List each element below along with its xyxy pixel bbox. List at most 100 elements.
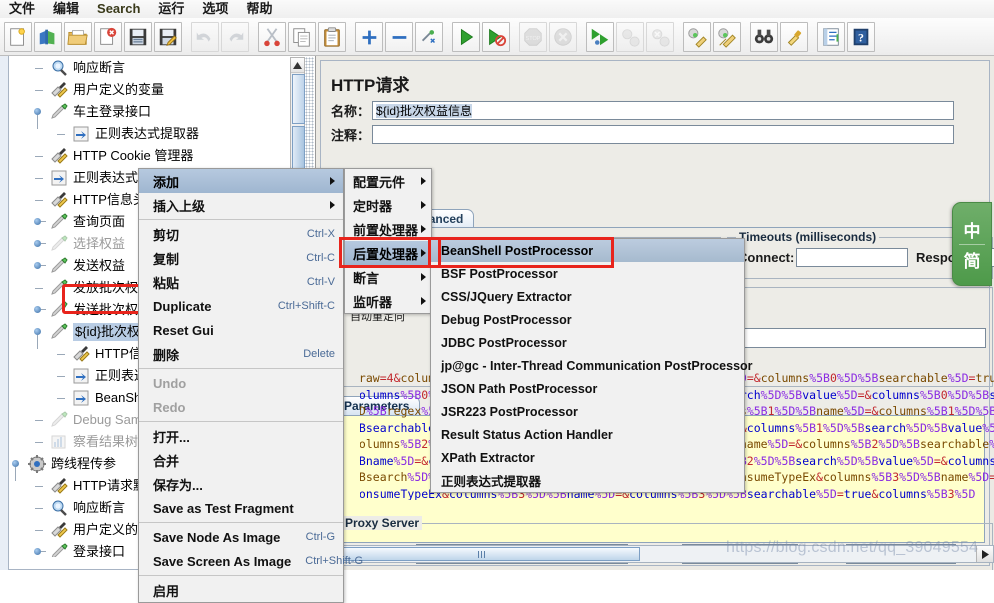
ime-indicator[interactable]: 中 简	[952, 202, 992, 286]
name-label: 名称：	[331, 104, 371, 119]
tree-expander-expanded-icon[interactable]	[12, 459, 21, 481]
ctx-save-as[interactable]: 保存为...	[139, 472, 343, 496]
scrollbar-thumb-upper[interactable]	[292, 74, 305, 124]
tree-expander-expanded-icon[interactable]	[34, 327, 43, 349]
menu-file[interactable]: 文件	[0, 0, 44, 18]
config-icon	[50, 477, 68, 495]
ctx-paste[interactable]: 粘贴 Ctrl-V	[139, 270, 343, 294]
tree-node[interactable]: 用户定义的变量	[10, 79, 292, 101]
tree-expander-collapsed-icon[interactable]	[34, 305, 46, 314]
save-icon[interactable]	[124, 21, 152, 52]
ctx-save-node-as-image[interactable]: Save Node As Image Ctrl-G	[139, 525, 343, 549]
remote-start-all-icon[interactable]	[586, 21, 614, 52]
function-helper-icon[interactable]	[817, 21, 845, 52]
submenu-postprocessor[interactable]: 后置处理器	[345, 241, 431, 265]
comment-input[interactable]	[372, 125, 955, 144]
pp-xpath[interactable]: XPath Extractor	[431, 446, 744, 469]
collapse-all-icon[interactable]	[385, 21, 413, 52]
menu-options[interactable]: 选项	[193, 0, 237, 18]
menu-edit[interactable]: 编辑	[44, 0, 88, 18]
tree-branch-line	[56, 349, 65, 358]
tree-vertical-scrollbar[interactable]	[290, 57, 305, 170]
ctx-cut[interactable]: 剪切 Ctrl-X	[139, 222, 343, 246]
new-template-icon[interactable]	[34, 21, 62, 52]
ctx-reset-gui[interactable]: Reset Gui	[139, 318, 343, 342]
redo-icon	[221, 21, 249, 52]
search-binoculars-icon[interactable]	[750, 21, 778, 52]
tree-node[interactable]: HTTP Cookie 管理器	[10, 145, 292, 167]
tree-expander-collapsed-icon[interactable]	[34, 217, 46, 226]
ctx-enable[interactable]: 启用	[139, 578, 343, 602]
postprocessor-submenu[interactable]: BeanShell PostProcessor BSF PostProcessor…	[430, 238, 753, 493]
new-document-icon[interactable]	[4, 21, 32, 52]
paste-icon[interactable]	[318, 21, 346, 52]
tree-expander-collapsed-icon[interactable]	[34, 239, 46, 248]
config-icon	[72, 345, 90, 363]
toggle-icon[interactable]	[415, 21, 443, 52]
copy-icon[interactable]	[288, 21, 316, 52]
open-folder-icon[interactable]	[64, 21, 92, 52]
help-icon[interactable]: ?	[847, 21, 875, 52]
submenu-timer[interactable]: 定时器	[345, 193, 431, 217]
tree-node[interactable]: 响应断言	[10, 57, 292, 79]
start-icon[interactable]	[452, 21, 480, 52]
tree-node[interactable]: 正则表达式提取器	[10, 123, 292, 145]
tree-node[interactable]: 车主登录接口	[10, 101, 292, 129]
menu-item-label: Save as Test Fragment	[153, 500, 294, 516]
pp-jpgc-interthread[interactable]: jp@gc - Inter-Thread Communication PostP…	[431, 354, 753, 377]
tree-context-menu[interactable]: 添加插入上级剪切 Ctrl-X 复制 Ctrl-C 粘贴 Ctrl-V Duplicate C…	[138, 168, 363, 603]
ctx-merge[interactable]: 合并	[139, 448, 343, 472]
ctx-save-as-test-fragment[interactable]: Save as Test Fragment	[139, 496, 343, 520]
pp-debug[interactable]: Debug PostProcessor	[431, 308, 744, 331]
pp-bsf[interactable]: BSF PostProcessor	[431, 262, 744, 285]
ctx-copy[interactable]: 复制 Ctrl-C	[139, 246, 343, 270]
name-input[interactable]: ${id}批次权益信息	[372, 101, 955, 120]
close-document-icon[interactable]	[94, 21, 122, 52]
ctx-add[interactable]: 添加	[139, 169, 343, 193]
submenu-assertion[interactable]: 断言	[345, 265, 431, 289]
scrollbar-thumb-lower[interactable]	[292, 126, 305, 170]
pp-result-status[interactable]: Result Status Action Handler	[431, 423, 744, 446]
submenu-config-element[interactable]: 配置元件	[345, 169, 431, 193]
tree-expander-collapsed-icon[interactable]	[34, 547, 46, 556]
horizontal-scrollbar-thumb[interactable]	[322, 547, 640, 561]
horizontal-scrollbar[interactable]	[320, 545, 994, 563]
tree-expander-collapsed-icon[interactable]	[34, 261, 46, 270]
pp-css-jquery[interactable]: CSS/JQuery Extractor	[431, 285, 744, 308]
name-input-value: ${id}批次权益信息	[376, 104, 473, 118]
submenu-preprocessor[interactable]: 前置处理器	[345, 217, 431, 241]
pp-jdbc[interactable]: JDBC PostProcessor	[431, 331, 744, 354]
menu-item-label: jp@gc - Inter-Thread Communication PostP…	[441, 358, 753, 373]
expand-all-icon[interactable]	[355, 21, 383, 52]
connect-timeout-input[interactable]	[796, 248, 908, 267]
cut-icon[interactable]	[258, 21, 286, 52]
menu-item-accelerator: Ctrl-V	[306, 276, 335, 288]
pp-jsr223[interactable]: JSR223 PostProcessor	[431, 400, 744, 423]
clear-icon[interactable]	[683, 21, 711, 52]
menu-item-label: 添加	[153, 174, 180, 190]
ctx-insert-parent[interactable]: 插入上级	[139, 193, 343, 217]
submenu-listener[interactable]: 监听器	[345, 289, 431, 313]
pp-beanshell[interactable]: BeanShell PostProcessor	[431, 239, 744, 262]
ctx-delete[interactable]: 删除 Delete	[139, 342, 343, 366]
menu-help[interactable]: 帮助	[237, 0, 281, 18]
pp-json-path[interactable]: JSON Path PostProcessor	[431, 377, 744, 400]
pp-regex-extractor[interactable]: 正则表达式提取器	[431, 469, 744, 492]
reset-search-icon[interactable]	[780, 21, 808, 52]
clear-all-icon[interactable]	[713, 21, 741, 52]
scroll-right-arrow-icon[interactable]	[976, 546, 993, 562]
menu-run[interactable]: 运行	[149, 0, 193, 18]
listener-icon	[50, 433, 68, 451]
add-submenu[interactable]: 配置元件 定时器 前置处理器 后置处理器 断言 监听器	[344, 168, 432, 314]
config-icon	[50, 191, 68, 209]
ctx-open[interactable]: 打开...	[139, 424, 343, 448]
ctx-duplicate[interactable]: Duplicate Ctrl+Shift-C	[139, 294, 343, 318]
start-no-timers-icon[interactable]	[482, 21, 510, 52]
tree-expander-expanded-icon[interactable]	[34, 107, 43, 129]
ctx-save-screen-as-image[interactable]: Save Screen As Image Ctrl+Shift-G	[139, 549, 363, 573]
menu-search[interactable]: Search	[88, 0, 149, 18]
menu-item-accelerator: Ctrl-X	[306, 228, 335, 240]
save-as-icon[interactable]	[154, 21, 182, 52]
scroll-up-arrow-icon[interactable]	[291, 58, 304, 73]
menu-item-label: JDBC PostProcessor	[441, 335, 567, 350]
